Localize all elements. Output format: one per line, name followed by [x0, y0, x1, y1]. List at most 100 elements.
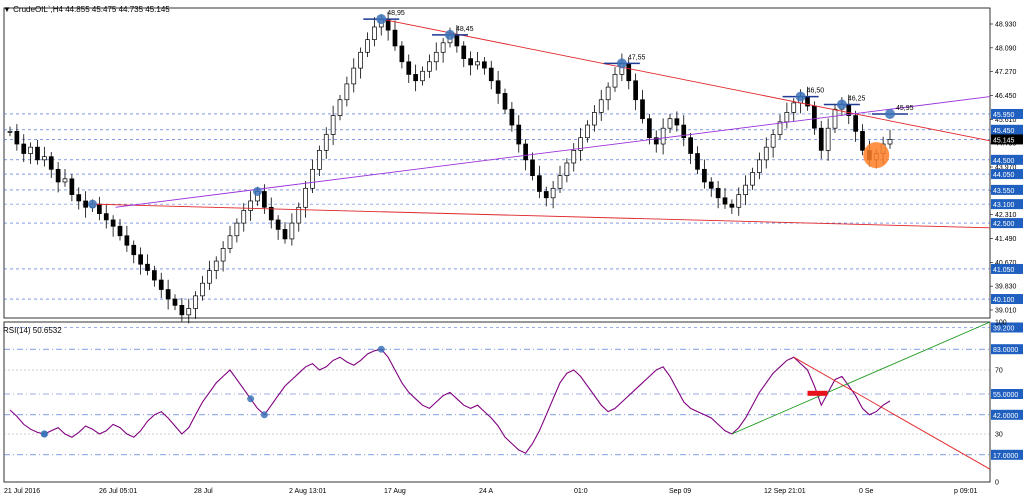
peak-marker-dot [616, 58, 627, 69]
candle-body [48, 156, 54, 170]
candle-body [440, 42, 446, 53]
candle-body [605, 86, 611, 101]
candle-body [853, 115, 858, 132]
candle-body [138, 254, 143, 265]
candle-body [76, 194, 82, 202]
x-axis-label: 17 Aug [384, 488, 406, 495]
candle-body [571, 149, 577, 164]
candle-body [399, 45, 405, 63]
x-axis-label: 21 Jul 2016 [4, 488, 40, 495]
candle-body [557, 175, 563, 189]
candle-body [62, 178, 68, 183]
rsi-marker-dot [40, 430, 48, 438]
menu-arrow-icon[interactable]: ▼ [3, 5, 11, 14]
peak-marker-dot [376, 14, 387, 25]
candle-body [475, 61, 480, 66]
rsi-support-trendline [731, 321, 991, 435]
y-tick-label: 47.270 [995, 69, 1017, 76]
candle-body [117, 225, 123, 237]
x-axis-label: 0 Se [859, 488, 874, 495]
chart-svg: 48.93048.09047.27046.45045.61044.79043.9… [3, 7, 1023, 495]
candle-body [626, 63, 632, 82]
candle-body [372, 26, 377, 40]
candle-body [722, 197, 728, 205]
x-axis-label: p 09:01 [954, 488, 977, 495]
level-label: 45.450 [993, 128, 1015, 135]
candle-body [241, 210, 247, 224]
rsi-line [9, 348, 891, 454]
candle-body [186, 308, 192, 316]
x-axis-label: 01:0 [574, 488, 588, 495]
candle-body [454, 34, 460, 47]
candle-body [323, 134, 329, 151]
candle-body [413, 74, 418, 82]
candle-body [83, 200, 88, 208]
x-axis-label: 26 Jul 05:01 [99, 488, 137, 495]
peak-marker-dot [885, 108, 895, 119]
x-axis-label: Sep 09 [669, 488, 691, 495]
candle-body [165, 289, 171, 300]
candle-body [461, 45, 467, 59]
candle-body [303, 187, 308, 208]
candle-body [550, 187, 556, 199]
candle-body [365, 39, 370, 53]
peak-label: 46,25 [848, 95, 866, 102]
candle-body [495, 80, 501, 94]
rsi-level-label: 83.0000 [993, 347, 1018, 354]
candle-body [688, 137, 693, 154]
candle-body [887, 139, 893, 145]
candle-body [131, 244, 137, 256]
candle-body [592, 112, 597, 126]
candle-body [158, 279, 164, 290]
resistance-trendline [381, 18, 991, 142]
candle-body [585, 124, 590, 139]
swing-marker-dot [253, 186, 262, 196]
level-label: 45.950 [993, 112, 1015, 119]
candle-body [695, 153, 700, 170]
candle-body [812, 105, 817, 129]
candle-body [248, 200, 253, 211]
candle-body [770, 134, 776, 148]
candle-body [344, 83, 350, 101]
candle-body [152, 270, 157, 281]
candle-body [502, 93, 508, 110]
candle-body [743, 184, 748, 195]
candle-body [220, 248, 226, 262]
rsi-marker-dot [247, 395, 255, 403]
candle-body [392, 29, 398, 47]
candle-body [7, 131, 13, 133]
candle-body [420, 70, 425, 82]
candle-body [110, 219, 116, 227]
level-label: 41.050 [993, 267, 1015, 274]
candle-body [213, 260, 219, 271]
candle-body [172, 298, 178, 306]
rsi-marker-dot [260, 411, 268, 419]
candle-body [14, 131, 20, 145]
candle-body [702, 168, 707, 183]
candle-body [640, 99, 645, 120]
candle-body [200, 282, 205, 297]
y-tick-label: 39.830 [995, 284, 1017, 291]
peak-label: 48,95 [387, 10, 405, 17]
candle-body [262, 191, 267, 208]
candle-body [55, 168, 61, 183]
x-axis-label: 12 Sep 21:01 [764, 488, 806, 495]
candle-body [708, 181, 714, 189]
rsi-plot-frame [3, 321, 991, 483]
rsi-level-label: 42.0000 [993, 413, 1018, 420]
level-label: 42.500 [993, 221, 1015, 228]
candle-body [530, 159, 535, 177]
candle-body [337, 99, 343, 116]
symbol-label: CrudeOIL`,H4 [13, 5, 63, 14]
candle-body [832, 108, 838, 129]
candle-body [358, 51, 363, 69]
candle-body [729, 203, 735, 208]
peak-label: 46,50 [807, 88, 825, 95]
candle-body [207, 270, 212, 284]
candle-body [757, 159, 762, 173]
rsi-marker-dot [377, 345, 385, 353]
peak-marker-dot [836, 99, 847, 110]
peak-label: 47,55 [628, 54, 646, 61]
level-label: 44.050 [993, 172, 1015, 179]
y-tick-label: 41.490 [995, 236, 1017, 243]
